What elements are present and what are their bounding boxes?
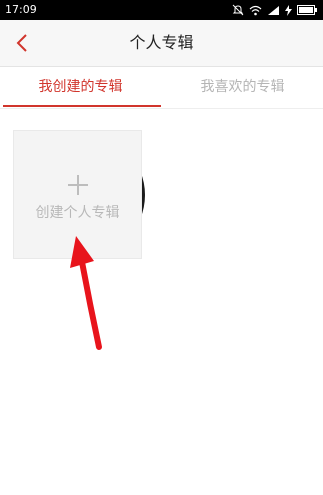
active-tab-indicator (3, 105, 161, 107)
status-icons (232, 3, 317, 17)
charging-icon (285, 4, 292, 16)
tab-created-albums[interactable]: 我创建的专辑 (0, 67, 161, 107)
status-bar: 17:09 (0, 0, 323, 20)
album-tabs: 我创建的专辑 我喜欢的专辑 (0, 67, 323, 109)
nav-bar: 个人专辑 (0, 20, 323, 67)
wifi-icon (249, 5, 262, 15)
page-title: 个人专辑 (129, 33, 194, 52)
status-time: 17:09 (5, 3, 37, 16)
mute-icon (232, 4, 244, 16)
tab-liked-albums[interactable]: 我喜欢的专辑 (162, 67, 323, 107)
battery-icon (297, 5, 317, 15)
signal-icon (268, 5, 279, 15)
annotation-arrow-icon (70, 236, 102, 350)
plus-icon (68, 175, 88, 195)
